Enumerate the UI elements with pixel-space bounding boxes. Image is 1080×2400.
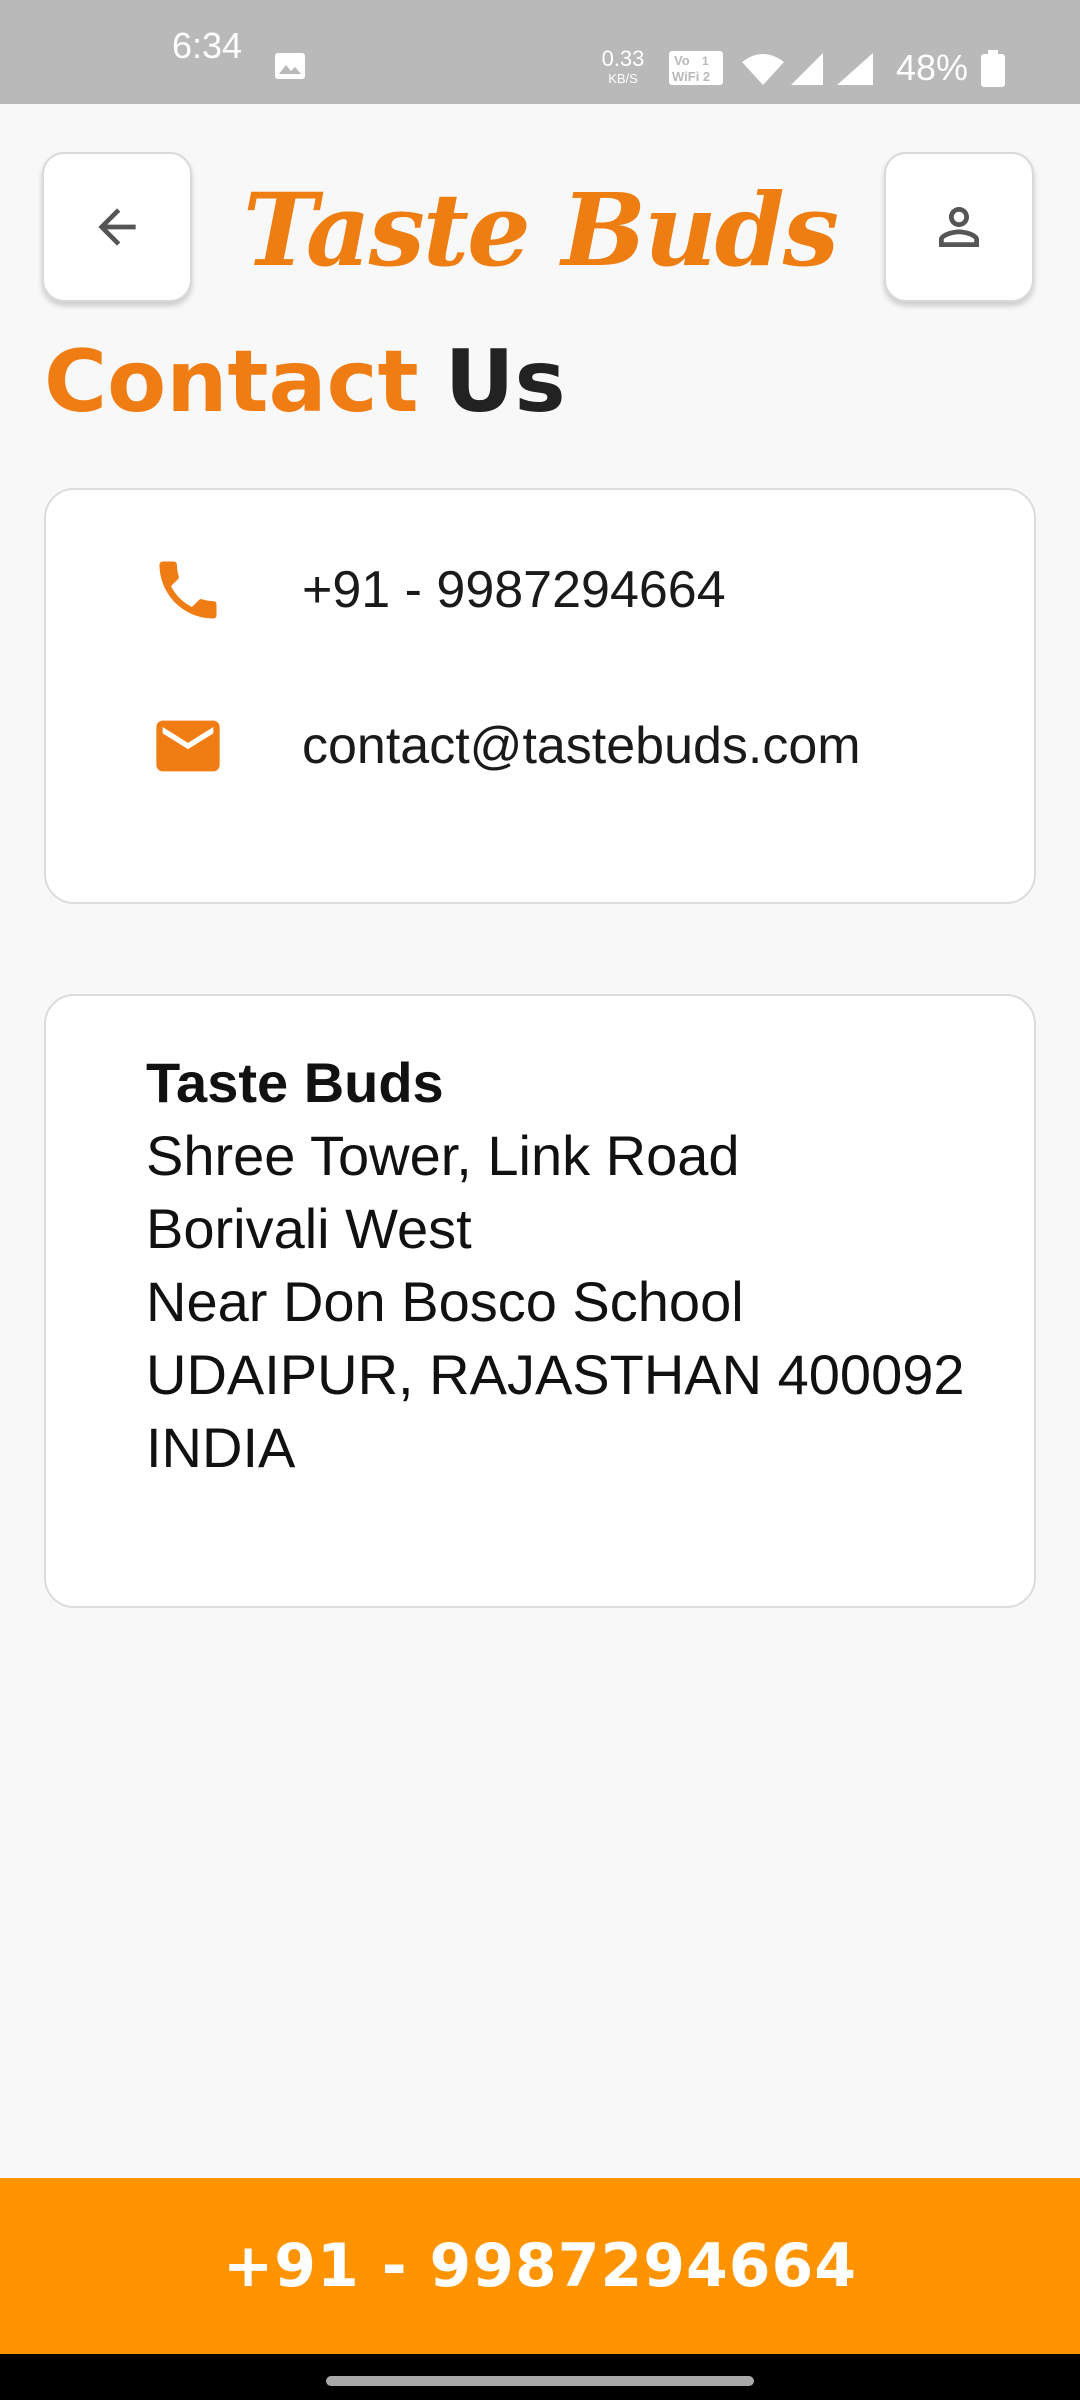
contact-card: +91 - 9987294664 contact@tastebuds.com [44,488,1036,904]
call-button-label: +91 - 9987294664 [223,2231,857,2301]
address-line: Borivali West [146,1197,472,1260]
battery-percent: 48% [896,47,969,88]
arrow-left-icon [98,208,136,246]
signal-icon [837,53,873,85]
wifi-icon [742,54,784,85]
address-block: Taste Buds Shree Tower, Link Road Boriva… [146,1046,965,1484]
network-speed-unit: KB/S [608,71,638,86]
email-row[interactable]: contact@tastebuds.com [46,686,1034,786]
email-address[interactable]: contact@tastebuds.com [302,708,861,784]
person-icon [939,207,979,247]
brand-logo: Taste Buds [242,171,839,289]
page-title-rest: Us [444,332,566,432]
battery-icon [981,50,1005,87]
network-speed-value: 0.33 [601,46,645,71]
back-button[interactable] [42,152,192,302]
page-title-accent: Contact [44,332,419,432]
status-time: 6:34 [172,25,243,66]
svg-text:1: 1 [702,54,709,68]
address-line: Shree Tower, Link Road [146,1124,740,1187]
phone-icon [159,561,217,619]
mail-icon [156,720,220,772]
navigation-bar [0,2354,1080,2400]
phone-number[interactable]: +91 - 9987294664 [302,552,726,628]
screen: 6:34 0.33 KB/S Vo 1 WiFi 2 48% Taste Bud… [0,0,1080,2400]
address-name: Taste Buds [146,1051,444,1114]
profile-button[interactable] [884,152,1034,302]
home-indicator[interactable] [326,2376,754,2386]
phone-row[interactable]: +91 - 9987294664 [46,530,1034,630]
signal-icon [791,53,823,85]
status-bar: 6:34 0.33 KB/S Vo 1 WiFi 2 48% [0,0,1080,104]
address-card: Taste Buds Shree Tower, Link Road Boriva… [44,994,1036,1608]
address-line: Near Don Bosco School [146,1270,744,1333]
image-icon [275,53,305,79]
address-line: UDAIPUR, RAJASTHAN 400092 [146,1343,965,1406]
svg-text:WiFi 2: WiFi 2 [672,69,710,84]
call-button[interactable]: +91 - 9987294664 [0,2178,1080,2354]
network-speed: 0.33 KB/S [598,46,648,86]
address-line: INDIA [146,1416,296,1479]
page-title: Contact Us [44,322,566,442]
volte-wifi-icon: Vo 1 WiFi 2 [669,51,723,85]
svg-text:Vo: Vo [674,53,690,68]
